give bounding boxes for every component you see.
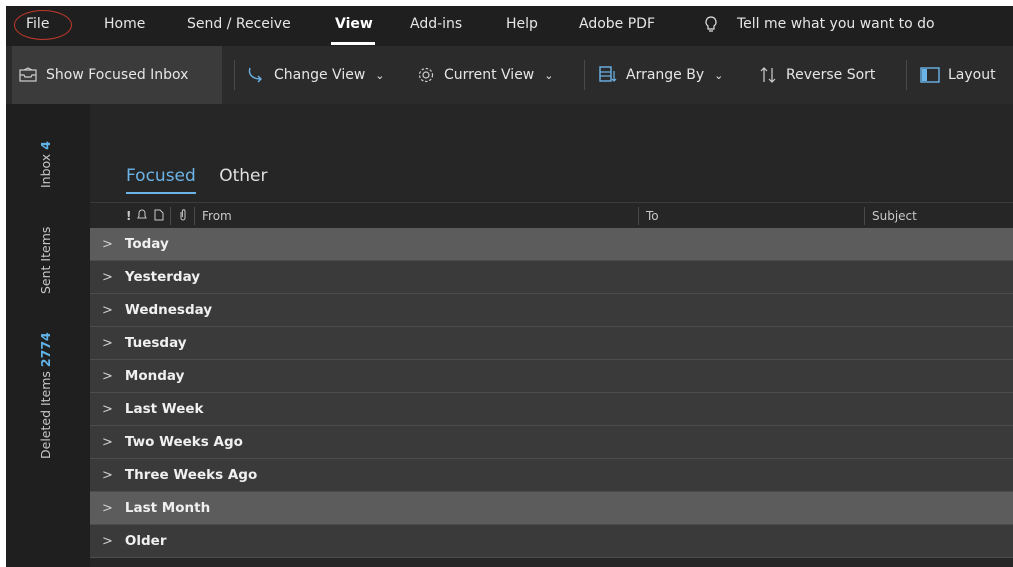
group-label: Today <box>124 236 169 252</box>
chevron-right-icon: > <box>102 533 113 549</box>
focused-other-tabs: Focused Other <box>126 166 286 194</box>
chevron-down-icon: ⌄ <box>714 68 724 82</box>
tab-focused[interactable]: Focused <box>126 166 196 194</box>
toolbar-divider <box>906 60 907 90</box>
group-label: Tuesday <box>124 335 187 351</box>
chevron-right-icon: > <box>102 368 113 384</box>
change-view-button[interactable]: Change View ⌄ <box>246 46 385 104</box>
chevron-down-icon: ⌄ <box>544 68 554 82</box>
group-label: Wednesday <box>124 302 213 318</box>
menu-adobe-pdf[interactable]: Adobe PDF <box>579 16 655 32</box>
show-focused-label: Show Focused Inbox <box>46 67 189 83</box>
group-header[interactable]: > Last Month <box>90 492 1013 525</box>
group-label: Last Week <box>124 401 204 417</box>
chevron-right-icon: > <box>102 269 113 285</box>
tell-me-search[interactable]: Tell me what you want to do <box>737 16 935 32</box>
group-header[interactable]: > Wednesday <box>90 294 1013 327</box>
column-divider <box>638 207 639 225</box>
group-label: Two Weeks Ago <box>124 434 243 450</box>
message-list-pane: Focused Other ! From To Subject > Today <box>90 104 1013 567</box>
deleted-items-count: 2774 <box>38 332 53 368</box>
chevron-right-icon: > <box>102 302 113 318</box>
group-label: Three Weeks Ago <box>124 467 258 483</box>
menu-file[interactable]: File <box>26 16 49 32</box>
arrange-by-button[interactable]: Arrange By ⌄ <box>598 46 723 104</box>
group-header[interactable]: > Today <box>90 228 1013 261</box>
menu-addins[interactable]: Add-ins <box>410 16 462 32</box>
group-header[interactable]: > Two Weeks Ago <box>90 426 1013 459</box>
group-header[interactable]: > Last Week <box>90 393 1013 426</box>
current-view-label: Current View <box>444 67 535 83</box>
show-focused-inbox-button[interactable]: Show Focused Inbox <box>12 46 222 104</box>
column-to[interactable]: To <box>646 209 659 223</box>
deleted-items-label: Deleted Items <box>38 371 53 459</box>
folder-deleted-items[interactable]: Deleted Items 2774 <box>38 332 53 459</box>
chevron-down-icon: ⌄ <box>375 68 385 82</box>
layout-icon <box>920 65 940 85</box>
current-view-button[interactable]: Current View ⌄ <box>416 46 553 104</box>
sent-items-label: Sent Items <box>38 226 53 294</box>
menu-home[interactable]: Home <box>104 16 145 32</box>
group-header[interactable]: > Yesterday <box>90 261 1013 294</box>
column-header-row: ! From To Subject <box>90 202 1013 228</box>
arrange-by-label: Arrange By <box>626 67 705 83</box>
group-label: Older <box>124 533 167 549</box>
menu-send-receive[interactable]: Send / Receive <box>187 16 291 32</box>
folder-nav-collapsed: Inbox 4 Sent Items Deleted Items 2774 <box>6 104 74 567</box>
menu-bar: File Home Send / Receive View Add-ins He… <box>6 6 1013 46</box>
reverse-sort-button[interactable]: Reverse Sort <box>758 46 875 104</box>
chevron-right-icon: > <box>102 434 113 450</box>
column-divider <box>194 207 195 225</box>
chevron-right-icon: > <box>102 500 113 516</box>
gear-icon <box>416 65 436 85</box>
active-tab-underline <box>331 42 375 45</box>
chevron-right-icon: > <box>102 236 113 252</box>
inbox-label: Inbox <box>38 153 53 188</box>
folder-inbox[interactable]: Inbox 4 <box>38 141 53 188</box>
group-header[interactable]: > Three Weeks Ago <box>90 459 1013 492</box>
message-groups: > Today > Yesterday > Wednesday > Tuesday > M… <box>90 228 1013 558</box>
column-subject[interactable]: Subject <box>872 209 917 223</box>
chevron-right-icon: > <box>102 401 113 417</box>
toolbar-divider <box>234 60 235 90</box>
inbox-unread-count: 4 <box>38 141 53 150</box>
envelope-icon <box>18 65 38 85</box>
group-header[interactable]: > Tuesday <box>90 327 1013 360</box>
document-icon[interactable] <box>154 209 164 224</box>
toolbar-divider <box>584 60 585 90</box>
column-importance[interactable]: ! <box>126 209 131 223</box>
group-label: Last Month <box>124 500 211 516</box>
change-view-label: Change View <box>274 67 366 83</box>
paperclip-icon[interactable] <box>178 209 188 224</box>
group-header[interactable]: > Monday <box>90 360 1013 393</box>
reverse-sort-label: Reverse Sort <box>786 67 876 83</box>
chevron-right-icon: > <box>102 335 113 351</box>
arrange-icon <box>598 65 618 85</box>
tab-other[interactable]: Other <box>219 166 267 186</box>
column-from[interactable]: From <box>202 209 232 223</box>
group-header[interactable]: > Older <box>90 525 1013 558</box>
layout-button[interactable]: Layout <box>920 46 996 104</box>
outlook-window: File Home Send / Receive View Add-ins He… <box>6 6 1013 567</box>
layout-label: Layout <box>948 67 996 83</box>
group-label: Yesterday <box>124 269 201 285</box>
sort-arrows-icon <box>758 65 778 85</box>
folder-sent-items[interactable]: Sent Items <box>38 227 53 294</box>
chevron-right-icon: > <box>102 467 113 483</box>
menu-help[interactable]: Help <box>506 16 538 32</box>
group-label: Monday <box>124 368 185 384</box>
ribbon-toolbar: Show Focused Inbox Change View ⌄ Current… <box>6 46 1013 104</box>
menu-view[interactable]: View <box>335 16 373 32</box>
change-view-icon <box>246 65 266 85</box>
lightbulb-icon <box>704 16 718 36</box>
column-divider <box>864 207 865 225</box>
column-divider <box>170 207 171 225</box>
reminder-bell-icon[interactable] <box>136 209 148 224</box>
